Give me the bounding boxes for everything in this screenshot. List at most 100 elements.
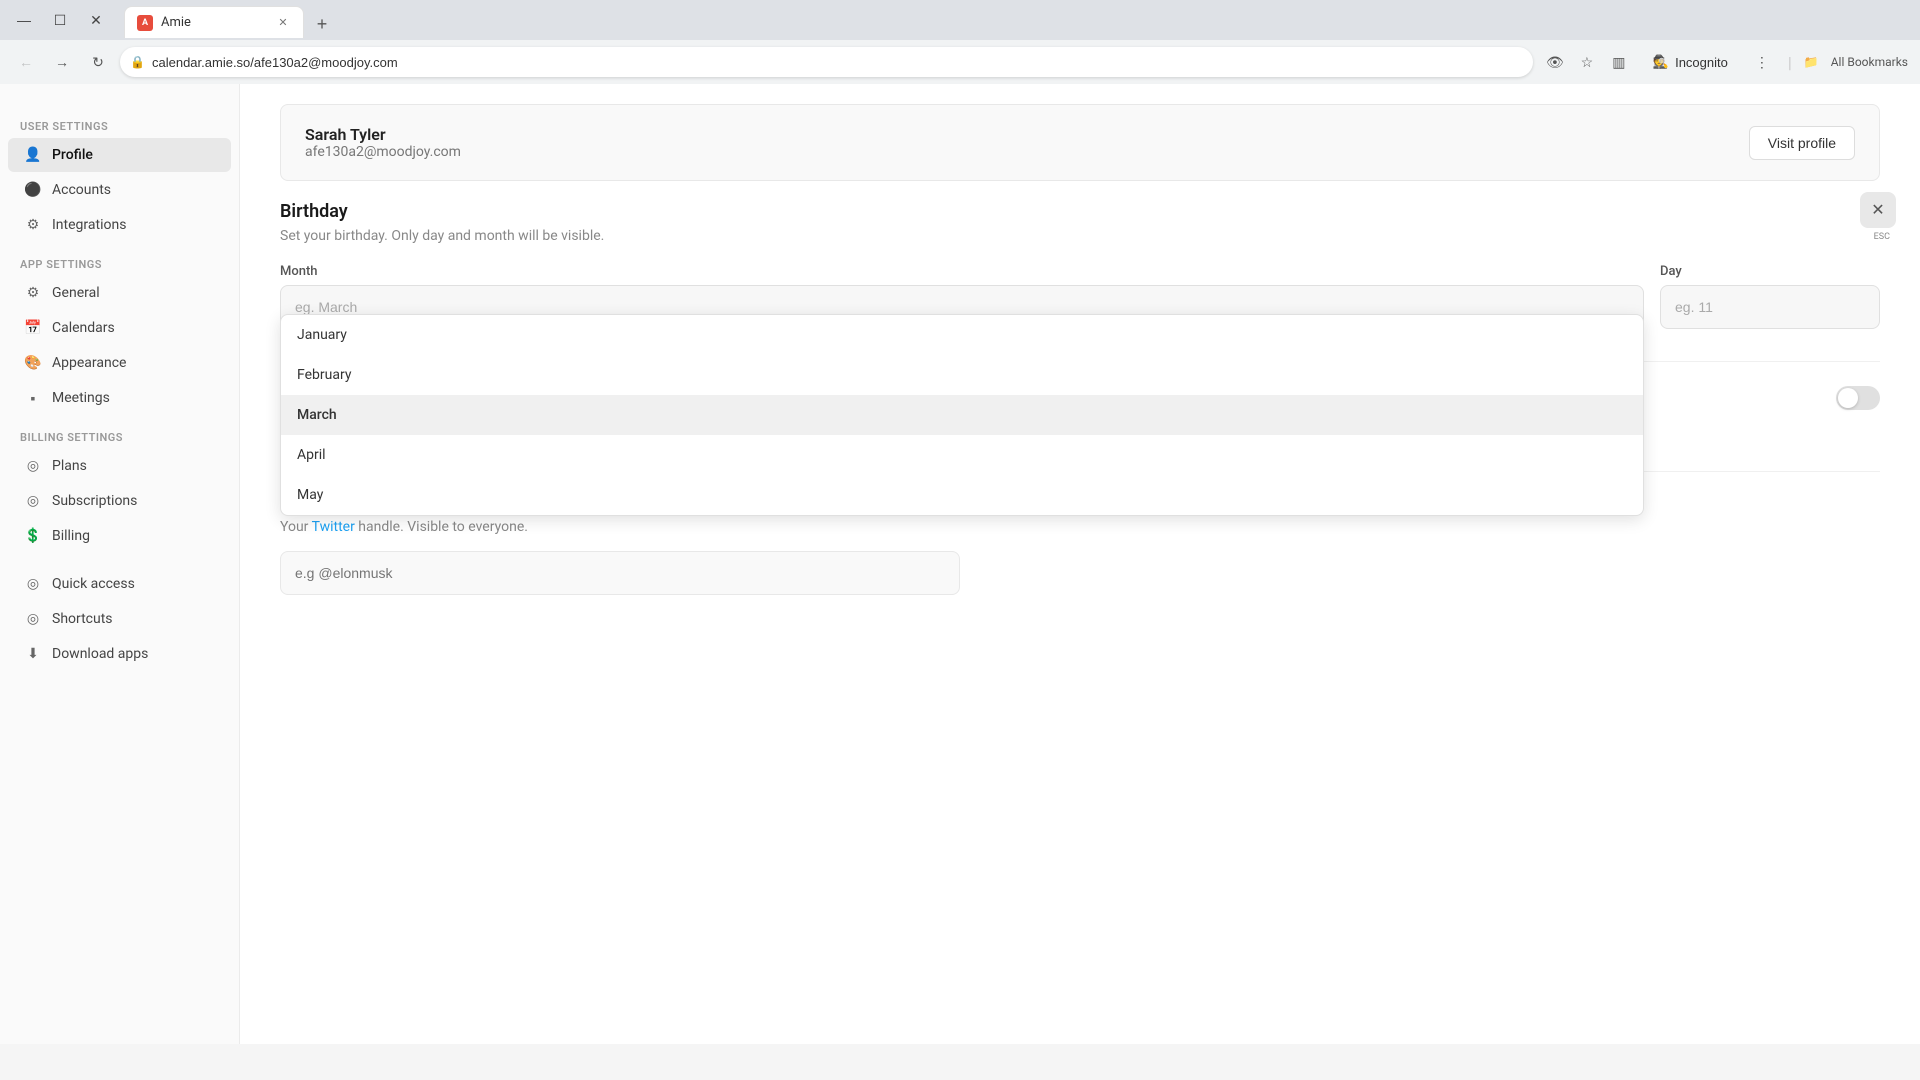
meetings-label: Meetings: [52, 390, 110, 406]
close-icon: ✕: [1871, 200, 1884, 220]
sidebar-item-calendars[interactable]: 📅 Calendars: [8, 311, 231, 345]
user-name: Sarah Tyler: [305, 125, 461, 144]
split-view-button[interactable]: ▥: [1605, 48, 1633, 76]
appearance-label: Appearance: [52, 355, 126, 371]
birthday-section: Birthday Set your birthday. Only day and…: [280, 201, 1880, 329]
month-option-march[interactable]: March: [281, 395, 1643, 435]
month-label: Month: [280, 264, 1644, 279]
plans-label: Plans: [52, 458, 87, 474]
sidebar-item-meetings[interactable]: ▪ Meetings: [8, 381, 231, 415]
birthday-title: Birthday: [280, 201, 1880, 222]
tab-close-button[interactable]: ✕: [275, 15, 291, 31]
close-overlay-button[interactable]: ✕: [1860, 192, 1896, 228]
integrations-icon: ⚙: [24, 216, 42, 234]
sidebar-item-billing[interactable]: 💲 Billing: [8, 519, 231, 553]
month-field-group: Month January February March April May: [280, 264, 1644, 329]
user-header: Sarah Tyler afe130a2@moodjoy.com Visit p…: [280, 104, 1880, 181]
sidebar-item-shortcuts[interactable]: ◎ Shortcuts: [8, 602, 231, 636]
twitter-desc-suffix: handle. Visible to everyone.: [355, 519, 528, 535]
esc-label: ESC: [1874, 232, 1890, 242]
billing-icon: 💲: [24, 527, 42, 545]
new-tab-button[interactable]: +: [308, 10, 336, 38]
bookmarks-icon: 📁: [1804, 55, 1819, 69]
month-dropdown: January February March April May: [280, 314, 1644, 516]
quick-access-label: Quick access: [52, 576, 135, 592]
browser-tab[interactable]: A Amie ✕: [124, 6, 304, 38]
month-option-january[interactable]: January: [281, 315, 1643, 355]
address-bar[interactable]: [120, 47, 1533, 77]
shortcuts-icon: ◎: [24, 610, 42, 628]
back-button[interactable]: ←: [12, 48, 40, 76]
tab-title: Amie: [161, 15, 191, 30]
visit-profile-button[interactable]: Visit profile: [1749, 126, 1855, 160]
browser-titlebar: — ☐ ✕ A Amie ✕ +: [0, 0, 1920, 40]
general-icon: ⚙: [24, 284, 42, 302]
meetings-icon: ▪: [24, 389, 42, 407]
refresh-button[interactable]: ↻: [84, 48, 112, 76]
twitter-description: Your Twitter handle. Visible to everyone…: [280, 519, 1880, 535]
day-input[interactable]: [1660, 285, 1880, 329]
accounts-icon: ⚫: [24, 181, 42, 199]
read-mode-button[interactable]: 👁: [1541, 48, 1569, 76]
profile-icon: 👤: [24, 146, 42, 164]
day-label: Day: [1660, 264, 1880, 279]
sidebar-item-accounts[interactable]: ⚫ Accounts: [8, 173, 231, 207]
security-lock-icon: 🔒: [130, 55, 145, 69]
tab-favicon: A: [137, 15, 153, 31]
twitter-link[interactable]: Twitter: [312, 519, 355, 535]
download-apps-icon: ⬇: [24, 645, 42, 663]
day-field-group: Day: [1660, 264, 1880, 329]
maximize-button[interactable]: ☐: [44, 4, 76, 36]
window-controls: — ☐ ✕: [8, 4, 112, 36]
shortcuts-label: Shortcuts: [52, 611, 113, 627]
calendars-icon: 📅: [24, 319, 42, 337]
omnibox-actions: 👁 ☆ ▥: [1541, 48, 1633, 76]
minimize-button[interactable]: —: [8, 4, 40, 36]
geolocation-toggle[interactable]: [1836, 386, 1880, 410]
integrations-label: Integrations: [52, 217, 126, 233]
profile-label: Profile: [52, 147, 93, 163]
bookmarks-bar-divider: |: [1788, 53, 1792, 72]
accounts-label: Accounts: [52, 182, 111, 198]
sidebar-item-integrations[interactable]: ⚙ Integrations: [8, 208, 231, 242]
app-settings-label: App Settings: [0, 250, 239, 275]
user-info: Sarah Tyler afe130a2@moodjoy.com: [305, 125, 461, 160]
tab-bar: A Amie ✕ +: [116, 2, 344, 38]
billing-settings-label: Billing Settings: [0, 423, 239, 448]
month-option-february[interactable]: February: [281, 355, 1643, 395]
calendars-label: Calendars: [52, 320, 115, 336]
quick-access-icon: ◎: [24, 575, 42, 593]
sidebar-item-download-apps[interactable]: ⬇ Download apps: [8, 637, 231, 671]
user-email: afe130a2@moodjoy.com: [305, 144, 461, 160]
menu-button[interactable]: ⋮: [1748, 48, 1776, 76]
plans-icon: ◎: [24, 457, 42, 475]
subscriptions-label: Subscriptions: [52, 493, 137, 509]
sidebar-item-plans[interactable]: ◎ Plans: [8, 449, 231, 483]
forward-button[interactable]: →: [48, 48, 76, 76]
sidebar-item-appearance[interactable]: 🎨 Appearance: [8, 346, 231, 380]
birthday-field-row: Month January February March April May D…: [280, 264, 1880, 329]
sidebar-item-subscriptions[interactable]: ◎ Subscriptions: [8, 484, 231, 518]
birthday-subtitle: Set your birthday. Only day and month wi…: [280, 228, 1880, 244]
incognito-label: Incognito: [1675, 55, 1728, 70]
all-bookmarks-label: All Bookmarks: [1831, 55, 1908, 69]
subscriptions-icon: ◎: [24, 492, 42, 510]
twitter-desc-prefix: Your: [280, 519, 312, 535]
omnibox-bar: ← → ↻ 🔒 👁 ☆ ▥ 🕵 Incognito ⋮ | 📁 All Book…: [0, 40, 1920, 84]
appearance-icon: 🎨: [24, 354, 42, 372]
download-apps-label: Download apps: [52, 646, 148, 662]
browser-chrome: — ☐ ✕ A Amie ✕ + ← → ↻ 🔒 👁 ☆ ▥ 🕵 Inco: [0, 0, 1920, 84]
month-option-may[interactable]: May: [281, 475, 1643, 515]
bookmark-button[interactable]: ☆: [1573, 48, 1601, 76]
sidebar-item-profile[interactable]: 👤 Profile: [8, 138, 231, 172]
sidebar-item-general[interactable]: ⚙ General: [8, 276, 231, 310]
omnibox-wrapper: 🔒: [120, 47, 1533, 77]
twitter-handle-input[interactable]: [280, 551, 960, 595]
user-settings-label: User Settings: [0, 112, 239, 137]
general-label: General: [52, 285, 100, 301]
close-window-button[interactable]: ✕: [80, 4, 112, 36]
month-option-april[interactable]: April: [281, 435, 1643, 475]
incognito-button[interactable]: 🕵 Incognito: [1641, 50, 1740, 74]
sidebar-item-quick-access[interactable]: ◎ Quick access: [8, 567, 231, 601]
incognito-icon: 🕵: [1653, 54, 1669, 70]
